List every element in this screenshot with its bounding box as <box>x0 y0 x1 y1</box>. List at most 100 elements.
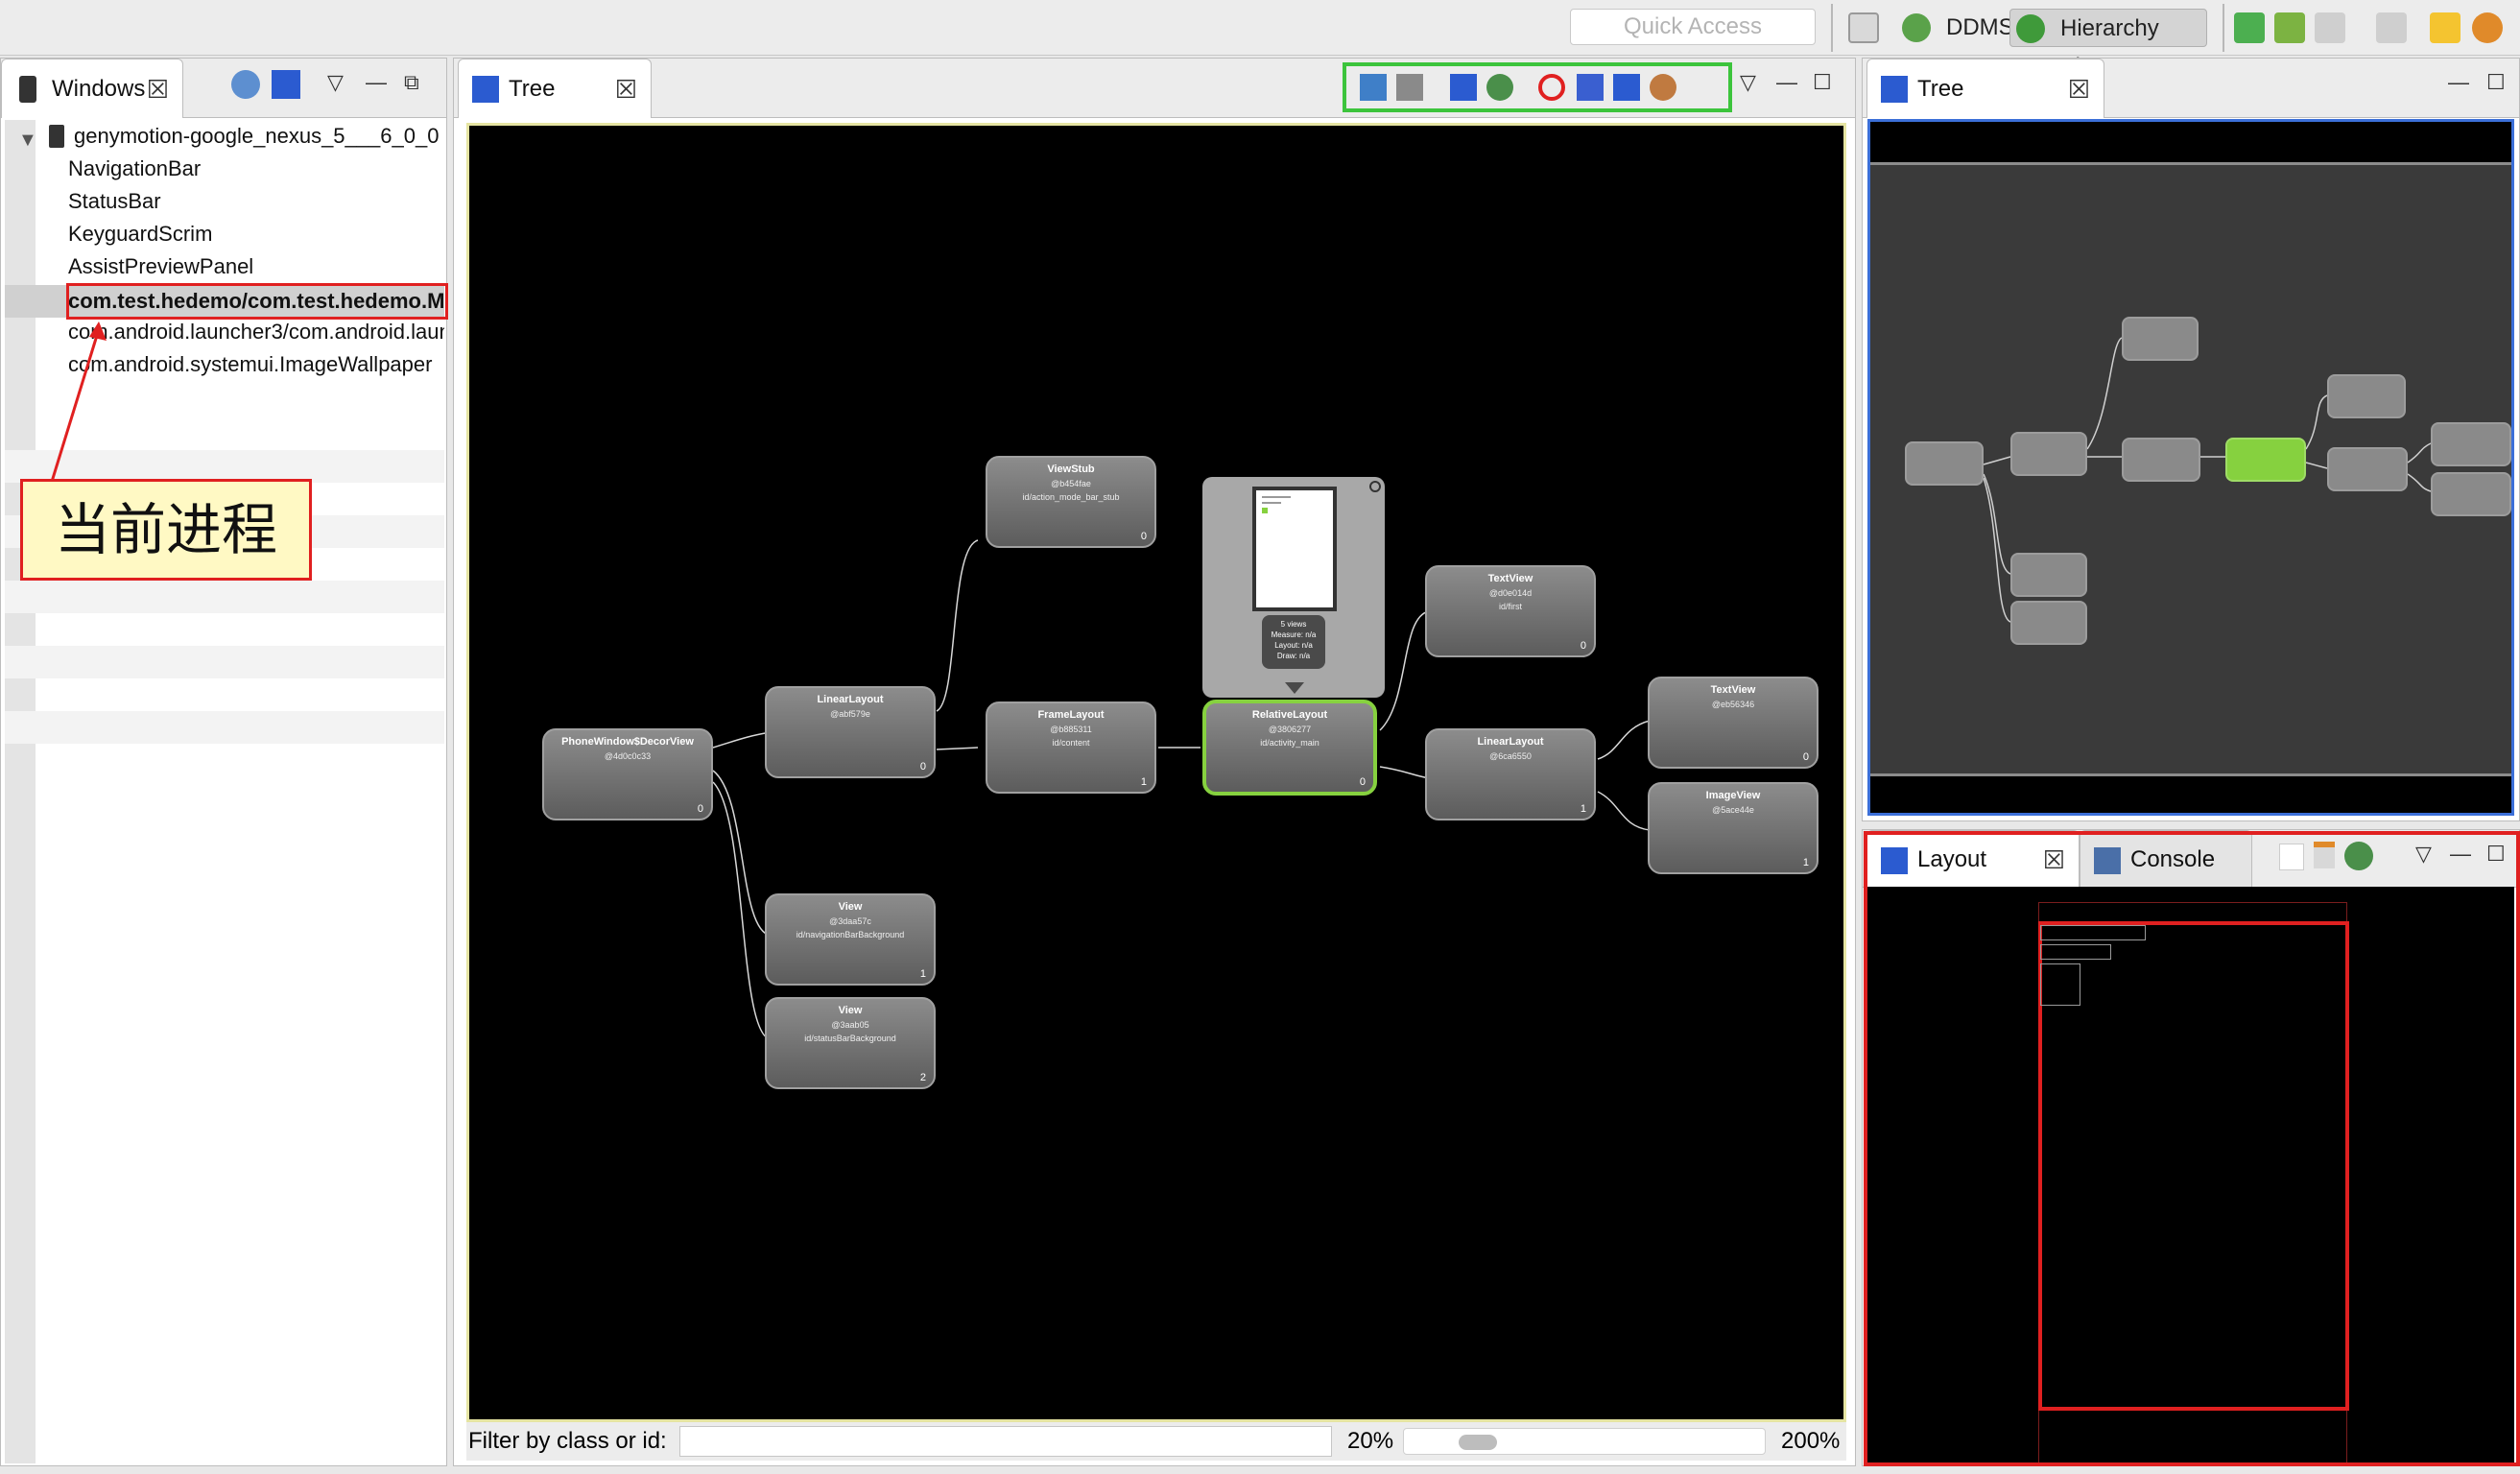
display-view-icon[interactable] <box>1486 74 1513 101</box>
device-icon[interactable] <box>2274 12 2305 43</box>
overview-node <box>2327 374 2406 418</box>
perspective-ddms-button[interactable]: DDMS <box>1896 9 2014 47</box>
node-class: RelativeLayout <box>1251 709 1328 721</box>
tree-node[interactable]: LinearLayout @abf579e 0 <box>765 686 936 778</box>
download-icon[interactable] <box>2234 12 2265 43</box>
node-class: TextView <box>1487 573 1533 584</box>
zoom-slider-thumb[interactable] <box>1459 1435 1497 1450</box>
search-icon[interactable] <box>2472 12 2503 43</box>
tab-windows[interactable]: Windows ☒ <box>1 59 183 118</box>
tree-node[interactable]: LinearLayout @6ca6550 1 <box>1425 728 1596 820</box>
tree-node[interactable]: View @3daa57c id/navigationBarBackground… <box>765 893 936 986</box>
ddms-icon <box>1902 13 1931 42</box>
tree-node[interactable]: PhoneWindow$DecorView @4d0c0c33 0 <box>542 728 713 820</box>
node-hash: @eb56346 <box>1711 700 1755 709</box>
stat-layout: Layout: n/a <box>1274 641 1313 650</box>
tree-node[interactable]: ViewStub @b454fae id/action_mode_bar_stu… <box>986 456 1156 548</box>
screenshot-icon[interactable] <box>2376 12 2407 43</box>
back-icon[interactable] <box>2430 12 2461 43</box>
tree-overview-tabstrip: Tree Overview ☒ — ☐ <box>1863 59 2519 161</box>
node-hash: @4d0c0c33 <box>604 751 652 761</box>
preview-screen <box>1252 487 1337 611</box>
window-label: StatusBar <box>68 189 161 213</box>
tree-canvas[interactable]: PhoneWindow$DecorView @4d0c0c33 0 Linear… <box>466 123 1846 1422</box>
window-item[interactable]: AssistPreviewPanel <box>5 250 444 283</box>
overview-node <box>1905 441 1984 486</box>
maximize-icon[interactable]: ☐ <box>2486 70 2506 95</box>
overview-viewport[interactable] <box>1870 162 2511 776</box>
window-item[interactable]: NavigationBar <box>5 153 444 185</box>
device-label: genymotion-google_nexus_5___6_0_0 <box>74 124 440 148</box>
node-id: id/activity_main <box>1260 738 1319 748</box>
node-id: id/action_mode_bar_stub <box>1022 492 1120 502</box>
restore-icon[interactable]: ⧉ <box>404 70 419 95</box>
node-class: LinearLayout <box>1477 736 1544 748</box>
node-count: 0 <box>1802 751 1809 763</box>
capture-layers-icon[interactable] <box>1396 74 1423 101</box>
hierarchy-view-icon <box>2016 14 2045 43</box>
zoom-slider[interactable] <box>1403 1428 1766 1455</box>
filter-label: Filter by class or id: <box>468 1428 667 1454</box>
tree-node[interactable]: View @3aab05 id/statusBarBackground 2 <box>765 997 936 1089</box>
node-count: 0 <box>1140 531 1147 542</box>
save-png-icon[interactable] <box>1360 74 1387 101</box>
tree-node[interactable]: TextView @d0e014d id/first 0 <box>1425 565 1596 657</box>
close-icon[interactable]: ☒ <box>2068 59 2090 119</box>
popup-close-icon[interactable] <box>1369 481 1381 492</box>
overview-node <box>2010 553 2087 597</box>
minimize-icon[interactable]: — <box>2448 70 2469 95</box>
filter-input[interactable] <box>679 1426 1332 1457</box>
minimize-icon[interactable]: — <box>1776 70 1797 95</box>
node-hash: @d0e014d <box>1488 588 1533 598</box>
window-item[interactable]: StatusBar <box>5 185 444 218</box>
dump-display-list-icon[interactable] <box>1613 74 1640 101</box>
toolbar-separator <box>1831 4 1833 52</box>
node-class: FrameLayout <box>1037 709 1105 721</box>
preview-image <box>1262 508 1268 513</box>
quick-access-input[interactable]: Quick Access <box>1570 9 1816 45</box>
overview-node <box>2010 432 2087 476</box>
node-count: 0 <box>919 761 926 773</box>
perspective-hierarchy-view-button[interactable]: Hierarchy View <box>2009 9 2207 80</box>
maximize-icon[interactable]: ☐ <box>1813 70 1832 95</box>
node-hash: @b885311 <box>1050 725 1092 734</box>
windows-tabstrip: Windows ☒ ▽ — ⧉ <box>1 59 446 118</box>
tree-icon <box>1881 76 1908 103</box>
tab-tree-overview[interactable]: Tree Overview ☒ <box>1866 59 2104 161</box>
request-layout-icon[interactable] <box>1577 74 1604 101</box>
overview-node <box>2431 472 2511 516</box>
invalidate-icon[interactable] <box>1538 74 1565 101</box>
node-id: id/content <box>1052 738 1090 748</box>
load-hierarchy-icon[interactable] <box>1450 74 1477 101</box>
zoom-min-label: 20% <box>1347 1428 1394 1454</box>
expand-arrow-icon[interactable]: ▼ <box>18 124 37 153</box>
tree-node[interactable]: FrameLayout @b885311 id/content 1 <box>986 701 1156 794</box>
node-stats: 5 views Measure: n/a Layout: n/a Draw: n… <box>1262 615 1325 669</box>
profile-nodes-icon[interactable] <box>1650 74 1676 101</box>
tree-node-selected[interactable]: RelativeLayout @3806277 id/activity_main… <box>1202 700 1377 796</box>
device-row[interactable]: ▼ genymotion-google_nexus_5___6_0_0 <box>5 120 444 153</box>
tree-overview-canvas[interactable] <box>1867 119 2514 816</box>
tab-tree-view[interactable]: Tree View ☒ <box>458 59 652 161</box>
node-class: ViewStub <box>1047 464 1095 475</box>
window-item[interactable]: KeyguardScrim <box>5 218 444 250</box>
sync-icon[interactable] <box>2315 12 2345 43</box>
perspective-ddms-label: DDMS <box>1946 14 2014 40</box>
view-menu-icon[interactable]: ▽ <box>327 70 344 95</box>
view-menu-icon[interactable]: ▽ <box>1740 70 1756 95</box>
open-perspective-icon[interactable] <box>1848 12 1879 43</box>
refresh-icon[interactable] <box>231 70 260 99</box>
layout-view-highlight <box>1864 831 2520 1466</box>
load-hierarchy-icon[interactable] <box>272 70 300 99</box>
main-toolbar: Quick Access DDMS Hierarchy View <box>0 0 2520 80</box>
overview-node <box>2431 422 2511 466</box>
node-id: id/statusBarBackground <box>804 1034 896 1043</box>
window-label: AssistPreviewPanel <box>68 254 254 278</box>
tree-node[interactable]: ImageView @5ace44e 1 <box>1648 782 1819 874</box>
close-icon[interactable]: ☒ <box>147 59 169 119</box>
tree-node[interactable]: TextView @eb56346 0 <box>1648 677 1819 769</box>
close-icon[interactable]: ☒ <box>615 59 637 119</box>
popup-pointer <box>1285 682 1304 694</box>
minimize-icon[interactable]: — <box>366 70 387 95</box>
node-hash: @5ace44e <box>1712 805 1754 815</box>
